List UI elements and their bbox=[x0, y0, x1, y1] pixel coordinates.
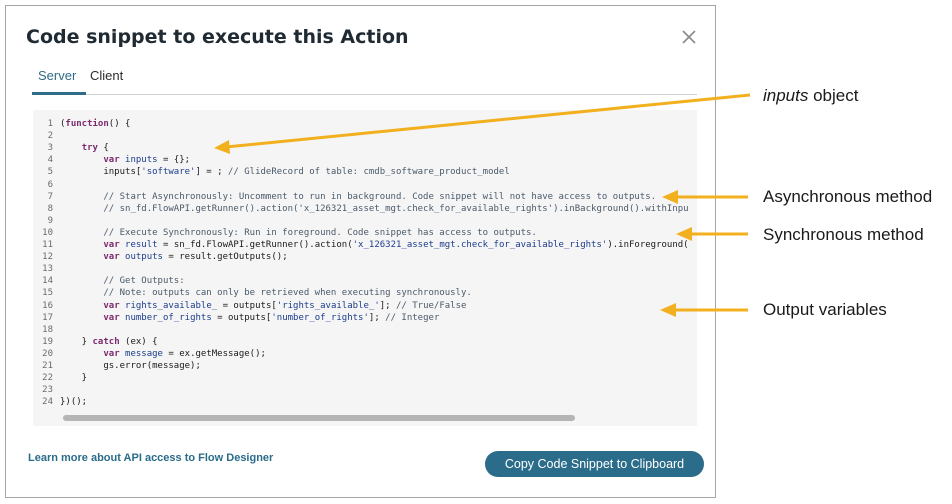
code-text: (function() { bbox=[60, 119, 131, 129]
line-number: 10 bbox=[42, 227, 53, 238]
code-text: // Note: outputs can only be retrieved w… bbox=[103, 288, 472, 299]
line-number: 3 bbox=[47, 143, 53, 154]
horizontal-scrollbar[interactable] bbox=[63, 415, 575, 421]
close-icon[interactable] bbox=[678, 26, 700, 48]
line-number: 11 bbox=[42, 240, 53, 250]
line-number: 8 bbox=[47, 203, 53, 214]
annotation-async: Asynchronous method bbox=[763, 187, 933, 206]
code-text: // Execute Synchronously: Run in foregro… bbox=[103, 227, 537, 238]
line-number: 21 bbox=[42, 361, 53, 371]
line-number: 1 bbox=[47, 119, 53, 129]
line-number: 6 bbox=[47, 179, 53, 190]
code-text: // Get Outputs: bbox=[103, 276, 185, 287]
code-text: // Start Asynchronously: Uncomment to ru… bbox=[103, 191, 657, 202]
annotation-sync: Synchronous method bbox=[763, 225, 924, 244]
code-text: } bbox=[60, 373, 88, 384]
code-text: var inputs = {}; bbox=[103, 155, 191, 166]
dialog-title: Code snippet to execute this Action bbox=[26, 26, 409, 48]
line-number: 15 bbox=[42, 288, 53, 299]
tab-server[interactable]: Server bbox=[34, 68, 80, 83]
line-number: 9 bbox=[47, 215, 53, 226]
copy-snippet-button[interactable]: Copy Code Snippet to Clipboard bbox=[485, 451, 704, 477]
annotation-output: Output variables bbox=[763, 300, 887, 319]
line-number: 22 bbox=[42, 373, 53, 384]
code-text: var outputs = result.getOutputs(); bbox=[103, 252, 288, 263]
line-number: 20 bbox=[42, 348, 53, 359]
line-number: 16 bbox=[42, 300, 53, 311]
line-number: 5 bbox=[47, 167, 53, 178]
line-number: 24 bbox=[42, 397, 53, 408]
code-text: gs.error(message); bbox=[60, 361, 201, 371]
line-number: 23 bbox=[42, 385, 53, 396]
code-snippet-dialog: Code snippet to execute this Action Serv… bbox=[5, 5, 716, 498]
line-number: 2 bbox=[47, 131, 53, 142]
line-number: 7 bbox=[47, 191, 53, 202]
active-tab-indicator bbox=[32, 92, 86, 95]
code-text: try { bbox=[81, 143, 109, 154]
code-text: var rights_available_ = outputs['rights_… bbox=[103, 300, 467, 311]
line-number: 17 bbox=[42, 312, 53, 323]
code-text: } catch (ex) { bbox=[60, 336, 158, 347]
line-number: 19 bbox=[42, 336, 53, 347]
code-editor[interactable]: 1 (function() { 2 3 try { 4 var inputs = {};… bbox=[33, 110, 697, 426]
code-text: })(); bbox=[60, 397, 88, 408]
code-text: var result = sn_fd.FlowAPI.getRunner().a… bbox=[103, 240, 689, 250]
annotation-inputs-object: inputs object bbox=[763, 86, 858, 106]
line-number: 18 bbox=[42, 324, 53, 335]
annotation-inputs-rest: object bbox=[808, 86, 859, 105]
line-number: 12 bbox=[42, 252, 53, 263]
code-text: inputs['software'] = ; // GlideRecord of… bbox=[60, 167, 510, 178]
line-number: 14 bbox=[42, 276, 53, 287]
code-text: var number_of_rights = outputs['number_o… bbox=[103, 312, 440, 323]
line-number: 4 bbox=[47, 155, 53, 166]
annotation-inputs-italic: inputs bbox=[763, 86, 809, 105]
line-number: 13 bbox=[42, 264, 53, 275]
code-text: var message = ex.getMessage(); bbox=[103, 348, 266, 359]
tab-divider bbox=[32, 94, 697, 95]
code-text: // sn_fd.FlowAPI.getRunner().action('x_1… bbox=[103, 203, 689, 214]
tab-client[interactable]: Client bbox=[86, 68, 127, 83]
learn-more-link[interactable]: Learn more about API access to Flow Desi… bbox=[28, 452, 273, 464]
